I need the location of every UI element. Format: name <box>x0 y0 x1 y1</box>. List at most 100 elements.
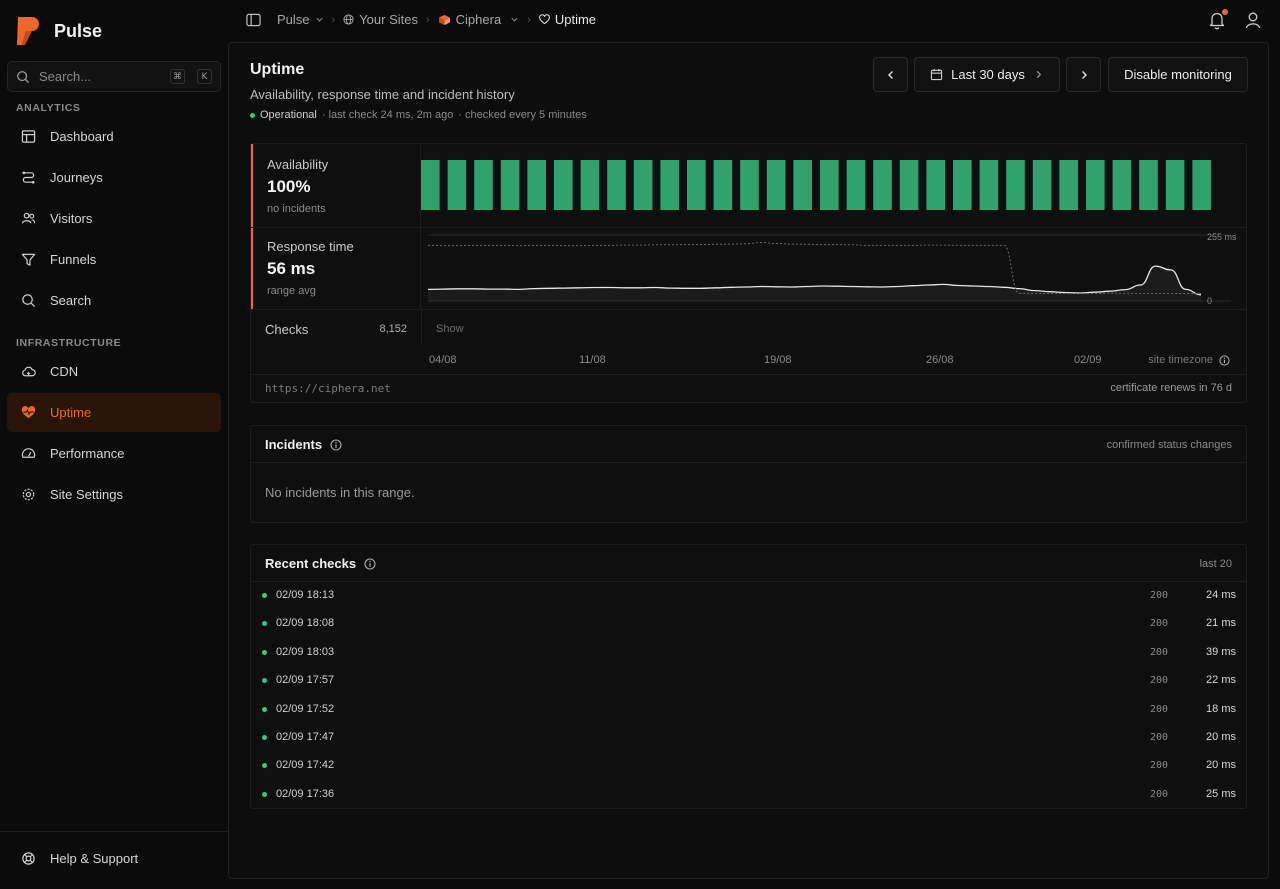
availability-bar[interactable] <box>1139 160 1158 210</box>
availability-label: Availability <box>267 157 329 172</box>
breadcrumb-separator: › <box>425 13 430 26</box>
availability-bar[interactable] <box>1112 160 1132 210</box>
sidebar-item-journeys[interactable]: Journeys <box>7 158 221 197</box>
availability-bar[interactable] <box>793 160 812 210</box>
next-range-button[interactable] <box>1066 57 1101 92</box>
availability-bar[interactable] <box>421 160 440 210</box>
notifications-button[interactable] <box>1208 9 1228 33</box>
availability-bar[interactable] <box>554 160 573 210</box>
sidebar-item-performance[interactable]: Performance <box>7 434 221 473</box>
help-support-button[interactable]: Help & Support <box>7 839 221 878</box>
sidebar-item-visitors[interactable]: Visitors <box>7 199 221 238</box>
availability-bar[interactable] <box>687 160 706 210</box>
check-time: 02/09 17:57 <box>276 674 335 686</box>
breadcrumb-sites-label: Your Sites <box>359 12 418 27</box>
availability-bar[interactable] <box>766 160 786 210</box>
check-duration: 39 ms <box>1206 646 1236 658</box>
x-tick: 19/08 <box>764 354 792 366</box>
table-row[interactable]: 02/09 18:08 200 21 ms <box>251 609 1246 637</box>
availability-bar[interactable] <box>474 160 493 210</box>
availability-bar[interactable] <box>660 160 679 210</box>
sidebar-item-site-settings[interactable]: Site Settings <box>7 475 221 514</box>
availability-bar[interactable] <box>820 160 839 210</box>
date-range-label: Last 30 days <box>951 67 1025 82</box>
availability-bar[interactable] <box>979 160 999 210</box>
availability-bar[interactable] <box>926 160 945 210</box>
users-icon <box>21 212 36 224</box>
sidebar-item-cdn[interactable]: CDN <box>7 352 221 391</box>
route-icon <box>22 171 35 184</box>
row-divider <box>251 374 1246 375</box>
search-input[interactable]: Search... ⌘ K <box>7 61 221 92</box>
status-dot <box>262 762 267 768</box>
check-status-code: 200 <box>1150 703 1169 715</box>
breadcrumb-site-label: Ciphera <box>455 12 502 27</box>
sidebar-item-dashboard[interactable]: Dashboard <box>7 117 221 156</box>
check-duration: 22 ms <box>1206 674 1236 686</box>
availability-bar[interactable] <box>633 160 653 210</box>
search-icon <box>17 70 30 83</box>
lifebuoy-icon <box>22 852 35 865</box>
sidebar-toggle-icon[interactable] <box>246 13 261 27</box>
sidebar-item-label: Uptime <box>50 405 92 420</box>
check-interval: · checked every 5 minutes <box>458 109 587 121</box>
table-row[interactable]: 02/09 17:47 200 20 ms <box>251 723 1246 751</box>
sidebar-item-label: Search <box>50 293 92 308</box>
availability-bar[interactable] <box>1165 160 1185 210</box>
availability-bar[interactable] <box>1192 160 1211 210</box>
table-row[interactable]: 02/09 18:13 200 24 ms <box>251 581 1246 609</box>
availability-bar[interactable] <box>846 160 866 210</box>
recent-checks-title: Recent checks <box>265 556 357 571</box>
availability-bar[interactable] <box>713 160 733 210</box>
availability-bar[interactable] <box>740 160 759 210</box>
chevron-down-icon <box>315 17 323 22</box>
column-divider <box>421 310 422 345</box>
chevron-right-icon <box>1036 70 1042 79</box>
availability-bar[interactable] <box>873 160 892 210</box>
availability-bar[interactable] <box>500 160 520 210</box>
availability-bar[interactable] <box>580 160 600 210</box>
info-icon[interactable] <box>1219 354 1230 366</box>
breadcrumb-sites[interactable]: Your Sites <box>343 12 418 27</box>
availability-bar[interactable] <box>953 160 972 210</box>
table-row[interactable]: 02/09 17:52 200 18 ms <box>251 695 1246 723</box>
show-checks-toggle[interactable]: Show <box>436 323 464 335</box>
availability-bar[interactable] <box>1086 160 1105 210</box>
sidebar-item-label: CDN <box>50 364 79 379</box>
brand-name: Pulse <box>54 20 103 41</box>
disable-monitoring-button[interactable]: Disable monitoring <box>1108 57 1248 92</box>
sidebar-item-uptime[interactable]: Uptime <box>7 393 221 432</box>
sidebar-item-search[interactable]: Search <box>7 281 221 320</box>
breadcrumb-site[interactable]: Ciphera <box>438 12 520 27</box>
sidebar-item-funnels[interactable]: Funnels <box>7 240 221 279</box>
availability-bar[interactable] <box>1032 160 1052 210</box>
y-max-label: 255 ms <box>1207 232 1237 242</box>
table-row[interactable]: 02/09 17:42 200 20 ms <box>251 751 1246 779</box>
availability-bar[interactable] <box>899 160 919 210</box>
availability-bar[interactable] <box>607 160 626 210</box>
previous-range-button[interactable] <box>873 57 908 92</box>
ciphera-logo-icon <box>438 14 450 25</box>
availability-bar[interactable] <box>447 160 467 210</box>
info-icon[interactable] <box>330 438 342 451</box>
cloud-icon <box>22 366 36 377</box>
check-time: 02/09 18:08 <box>276 617 335 629</box>
user-icon[interactable] <box>1244 10 1262 30</box>
site-url: https://ciphera.net <box>265 382 391 395</box>
status-dot <box>250 112 255 118</box>
table-row[interactable]: 02/09 18:03 200 39 ms <box>251 638 1246 666</box>
availability-bar[interactable] <box>1006 160 1025 210</box>
info-icon[interactable] <box>364 557 376 570</box>
check-duration: 21 ms <box>1206 617 1236 629</box>
availability-bar[interactable] <box>527 160 546 210</box>
check-status-code: 200 <box>1150 646 1169 658</box>
response-time-label: Response time <box>267 239 354 254</box>
breadcrumb-org[interactable]: Pulse <box>277 12 324 27</box>
availability-bar[interactable] <box>1059 160 1078 210</box>
certificate-renewal: certificate renews in 76 d <box>1110 382 1232 394</box>
table-row[interactable]: 02/09 17:36 200 25 ms <box>251 780 1246 808</box>
date-range-button[interactable]: Last 30 days <box>914 57 1060 92</box>
check-status-code: 200 <box>1150 674 1169 686</box>
table-row[interactable]: 02/09 17:57 200 22 ms <box>251 666 1246 694</box>
brand[interactable]: Pulse <box>16 14 102 48</box>
